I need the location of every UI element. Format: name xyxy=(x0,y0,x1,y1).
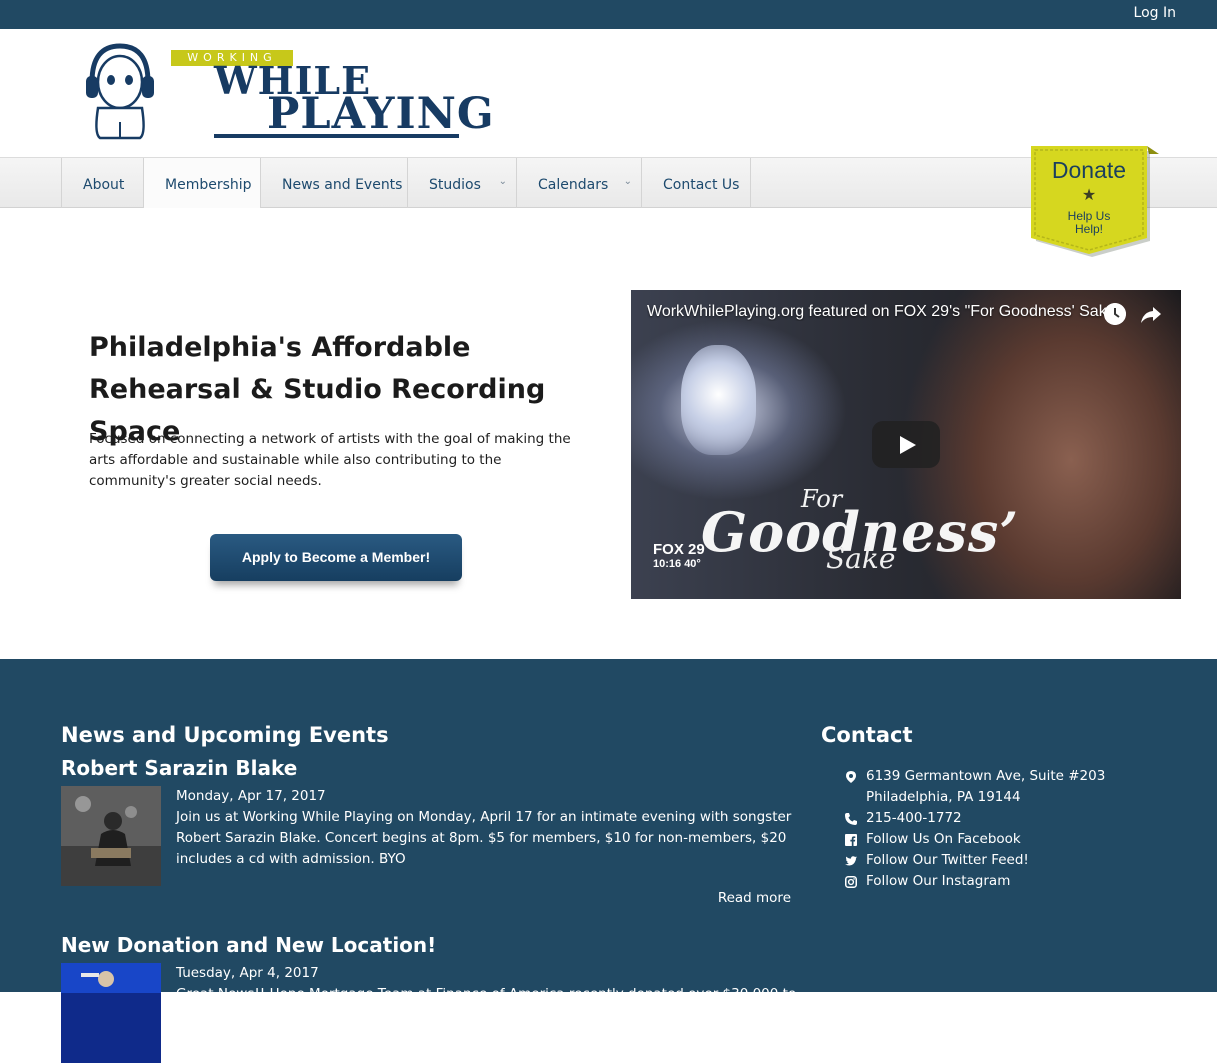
network-name: FOX 29 xyxy=(653,541,705,558)
nav-item-membership[interactable]: Membership xyxy=(143,158,261,208)
nav-item-news-and-events[interactable]: News and Events xyxy=(260,158,408,208)
address-line-1: 6139 Germantown Ave, Suite #203 xyxy=(866,768,1106,784)
contact-heading: Contact xyxy=(821,723,913,747)
headphones-mascot-icon xyxy=(86,43,154,140)
read-more-link[interactable]: Read more xyxy=(718,890,791,906)
nav-item-label: Calendars xyxy=(538,177,609,193)
map-marker-icon xyxy=(846,771,856,783)
phone-icon xyxy=(845,813,857,825)
instagram-icon xyxy=(845,876,857,888)
chevron-down-icon: ⌄ xyxy=(498,176,507,187)
site-logo[interactable]: WORKING WHILE PLAYING xyxy=(84,42,494,142)
nav-divider xyxy=(750,158,751,208)
facebook-link[interactable]: Follow Us On Facebook xyxy=(866,829,1021,850)
nav-item-calendars[interactable]: Calendars ⌄ xyxy=(516,158,642,208)
event-title[interactable]: Robert Sarazin Blake xyxy=(61,754,801,782)
address-line-2: Philadelphia, PA 19144 xyxy=(866,789,1021,805)
event-title[interactable]: New Donation and New Location! xyxy=(61,931,801,959)
star-icon: ★ xyxy=(1081,185,1097,204)
play-button[interactable] xyxy=(872,421,940,468)
video-player[interactable]: For Goodness’ Sake FOX 29 10:16 40° Work… xyxy=(631,290,1181,599)
event-item: New Donation and New Location! Tuesday, … xyxy=(61,931,801,1063)
video-title[interactable]: WorkWhilePlaying.org featured on FOX 29'… xyxy=(647,303,1107,321)
event-date: Tuesday, Apr 4, 2017 xyxy=(176,965,319,981)
watch-later-icon[interactable] xyxy=(1104,303,1126,325)
twitter-icon xyxy=(845,856,857,866)
event-body: Join us at Working While Playing on Mond… xyxy=(176,809,792,867)
footer-section: News and Upcoming Events Robert Sarazin … xyxy=(0,659,1217,1063)
donate-button[interactable]: Donate ★ Help Us Help! xyxy=(1031,146,1159,258)
news-heading: News and Upcoming Events xyxy=(61,723,389,747)
video-overlay-sake: Sake xyxy=(826,542,896,575)
login-link[interactable]: Log In xyxy=(1134,5,1176,21)
musician-photo-icon xyxy=(61,786,161,886)
site-header: WORKING WHILE PLAYING xyxy=(0,29,1217,157)
network-bug: FOX 29 10:16 40° xyxy=(653,542,705,572)
share-icon[interactable] xyxy=(1140,303,1162,325)
top-bar: Log In xyxy=(0,0,1217,29)
nav-item-label: About xyxy=(83,177,125,193)
network-clock: 10:16 40° xyxy=(653,558,701,570)
nav-item-label: Membership xyxy=(165,177,252,193)
lightbulb-image xyxy=(681,345,756,455)
stage-photo-icon xyxy=(61,963,161,1063)
twitter-link[interactable]: Follow Our Twitter Feed! xyxy=(866,850,1029,871)
event-body: Great News!! Hope Mortgage Team at Finan… xyxy=(176,986,797,1002)
chevron-down-icon: ⌄ xyxy=(623,176,632,187)
nav-item-about[interactable]: About xyxy=(61,158,144,208)
nav-item-label: News and Events xyxy=(282,177,403,193)
event-item: Robert Sarazin Blake Monday, Apr 17, 201… xyxy=(61,754,801,914)
event-thumbnail[interactable] xyxy=(61,786,161,886)
apply-member-button[interactable]: Apply to Become a Member! xyxy=(210,534,462,581)
nav-item-studios[interactable]: Studios ⌄ xyxy=(407,158,517,208)
event-thumbnail[interactable] xyxy=(61,963,161,1063)
facebook-icon xyxy=(845,834,857,846)
donate-title: Donate xyxy=(1051,157,1127,183)
logo-underline xyxy=(214,134,459,138)
event-date: Monday, Apr 17, 2017 xyxy=(176,788,326,804)
hero-description: Focused on connecting a network of artis… xyxy=(89,431,571,489)
nav-item-contact-us[interactable]: Contact Us xyxy=(641,158,751,208)
logo-playing-text: PLAYING xyxy=(267,89,495,139)
instagram-link[interactable]: Follow Our Instagram xyxy=(866,871,1010,892)
nav-item-label: Contact Us xyxy=(663,177,740,193)
phone-number: 215-400-1772 xyxy=(866,810,962,826)
nav-item-label: Studios xyxy=(429,177,481,193)
donate-subtitle: Help Us Help! xyxy=(1067,209,1111,236)
